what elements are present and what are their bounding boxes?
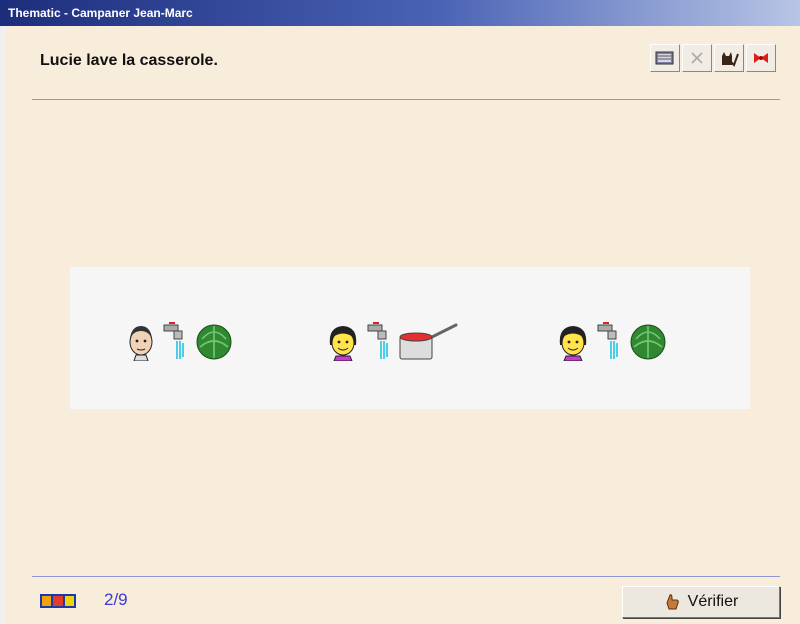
cat-check-button[interactable] (714, 44, 744, 72)
notebook-icon (655, 51, 674, 65)
girl-face-icon (329, 326, 357, 361)
faucet-icon (597, 322, 618, 359)
verify-label: Vérifier (687, 593, 739, 610)
faucet-icon (163, 322, 184, 359)
cabbage-icon (630, 324, 666, 360)
top-divider (32, 99, 780, 100)
notebook-button[interactable] (650, 44, 680, 72)
window-title: Thematic - Campaner Jean-Marc (0, 0, 800, 26)
exit-button[interactable] (746, 44, 776, 72)
close-button[interactable] (682, 44, 712, 72)
choice-option-2[interactable] (326, 321, 460, 361)
choice-option-1[interactable] (126, 321, 234, 361)
toolbar (650, 44, 776, 72)
boy-face-icon (129, 326, 153, 361)
cabbage-icon (196, 324, 232, 360)
choices-panel (70, 267, 750, 409)
jmc-logo-icon (40, 594, 76, 608)
faucet-icon (367, 322, 388, 359)
bottom-divider (32, 576, 780, 577)
instruction-text: Lucie lave la casserole. (40, 52, 218, 69)
exit-icon (754, 53, 768, 63)
girl-face-icon (559, 326, 587, 361)
cat-check-icon (722, 52, 739, 67)
progress-counter: 2/9 (104, 590, 128, 609)
saucepan-icon (399, 323, 458, 360)
verify-button[interactable]: Vérifier (622, 586, 780, 618)
thumb-icon (666, 594, 679, 610)
choice-option-3[interactable] (556, 321, 668, 361)
close-x-icon (691, 52, 703, 64)
